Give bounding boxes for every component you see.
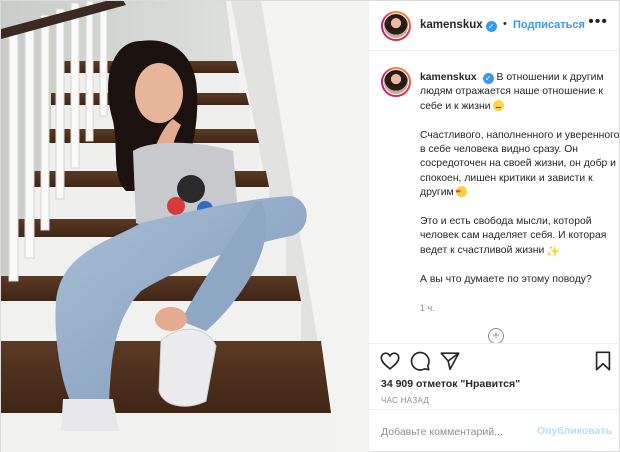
verified-badge-icon: ✓ <box>485 21 497 32</box>
caption-age[interactable]: 1 ч. <box>420 303 435 313</box>
verified-badge-icon: ✓ <box>482 73 494 84</box>
unamused-face-icon <box>492 99 504 111</box>
bookmark-icon[interactable] <box>592 350 614 372</box>
caption-paragraph-4: А вы что думаете по этому поводу? <box>420 273 592 285</box>
sparkles-icon: ✨ <box>546 245 561 258</box>
photo-illustration <box>1 1 368 452</box>
smiling-face-with-hearts-icon <box>455 185 467 200</box>
caption-paragraph-2: Счастливого, наполненного и уверенного в… <box>420 129 620 199</box>
caption-username[interactable]: kamenskux <box>420 72 477 83</box>
caption-paragraph-3: Это и есть свобода мысли, которой челове… <box>420 216 607 256</box>
username-text[interactable]: kamenskux <box>420 19 483 31</box>
post-photo[interactable] <box>1 1 368 452</box>
heart-icon[interactable] <box>379 350 401 372</box>
header-separator: • <box>503 18 507 30</box>
post-header: kamenskux ✓ • Подписаться ••• <box>369 1 620 51</box>
share-icon[interactable] <box>439 350 461 372</box>
more-options-icon[interactable]: ••• <box>588 13 608 31</box>
header-username[interactable]: kamenskux ✓ <box>420 19 497 32</box>
publish-button[interactable]: Опубликовать <box>537 425 612 437</box>
caption-text: kamenskux ✓ В отношении к другим людям от… <box>420 71 620 301</box>
likes-count[interactable]: 34 909 отметок "Нравится" <box>381 378 520 390</box>
comment-icon[interactable] <box>409 350 431 372</box>
avatar[interactable] <box>381 11 411 41</box>
load-more-comments-icon[interactable]: + <box>488 328 504 344</box>
post-side-panel: kamenskux ✓ • Подписаться ••• kamenskux ✓ … <box>368 1 620 452</box>
caption-avatar[interactable] <box>381 67 411 97</box>
instagram-post: kamenskux ✓ • Подписаться ••• kamenskux ✓ … <box>0 0 620 452</box>
post-timestamp[interactable]: ЧАС НАЗАД <box>381 396 429 405</box>
comment-input[interactable] <box>381 424 531 440</box>
comment-form: Опубликовать <box>369 409 620 452</box>
follow-button[interactable]: Подписаться <box>513 19 585 31</box>
